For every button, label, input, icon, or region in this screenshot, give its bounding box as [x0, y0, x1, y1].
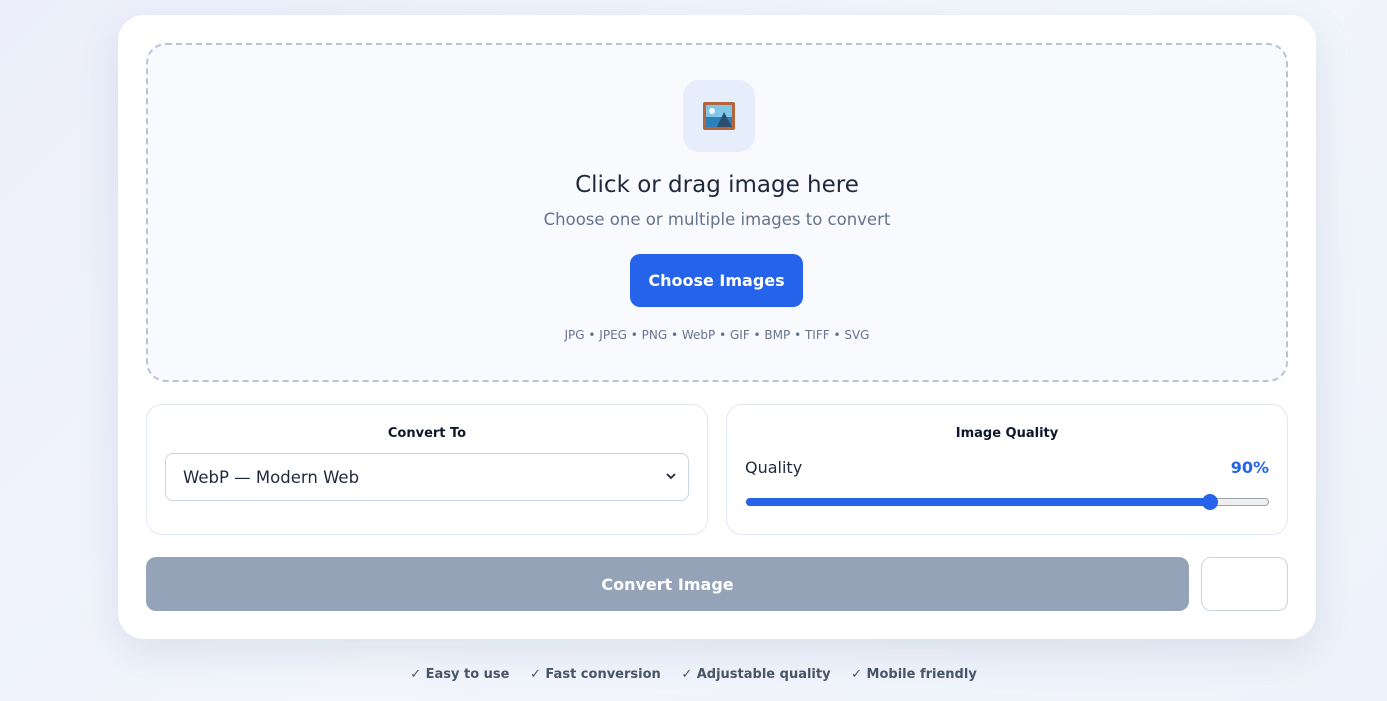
image-quality-panel: Image Quality Quality 90%: [726, 404, 1288, 535]
format-select-value: WebP — Modern Web: [183, 467, 360, 487]
quality-value: 90%: [1230, 458, 1269, 477]
quality-slider[interactable]: [746, 494, 1269, 510]
feature-item: ✓ Mobile friendly: [851, 667, 977, 682]
converter-card: Click or drag image here Choose one or m…: [118, 15, 1316, 639]
convert-to-panel: Convert To WebP — Modern Web: [146, 404, 708, 535]
convert-to-title: Convert To: [387, 426, 467, 441]
supported-formats: JPG • JPEG • PNG • WebP • GIF • BMP • TI…: [564, 328, 870, 342]
format-select[interactable]: WebP — Modern Web: [165, 453, 689, 501]
quality-slider-thumb[interactable]: [1201, 494, 1218, 510]
feature-item: ✓ Easy to use: [410, 667, 510, 682]
image-dropzone[interactable]: Click or drag image here Choose one or m…: [146, 43, 1288, 382]
image-quality-title: Image Quality: [955, 426, 1059, 441]
convert-image-button[interactable]: Convert Image: [146, 557, 1189, 611]
quality-label: Quality: [745, 458, 803, 477]
feature-item: ✓ Adjustable quality: [681, 667, 831, 682]
dropzone-subtitle: Choose one or multiple images to convert: [543, 210, 891, 229]
framed-picture-icon: [683, 80, 755, 152]
dropzone-title: Click or drag image here: [575, 172, 859, 198]
choose-images-button[interactable]: Choose Images: [630, 254, 803, 307]
chevron-down-icon: [666, 473, 676, 480]
secondary-action-button[interactable]: [1201, 557, 1288, 611]
quality-slider-fill: [746, 498, 1209, 506]
feature-list: ✓ Easy to use ✓ Fast conversion ✓ Adjust…: [0, 667, 1387, 682]
feature-item: ✓ Fast conversion: [530, 667, 661, 682]
